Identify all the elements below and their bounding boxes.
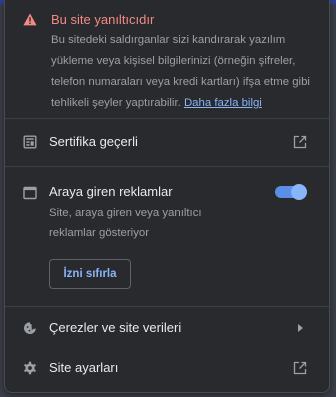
external-link-icon	[293, 361, 307, 375]
certificate-label: Sertifika geçerli	[49, 134, 138, 149]
intrusive-ads-title: Araya giren reklamlar	[49, 184, 173, 199]
certificate-icon	[23, 135, 37, 149]
warning-description: Bu sitedeki saldırganlar sizi kandırarak…	[51, 30, 327, 114]
warning-icon	[23, 13, 37, 26]
warning-title: Bu site yanıltıcıdır	[51, 12, 155, 27]
divider	[5, 306, 329, 307]
learn-more-link[interactable]: Daha fazla bilgi	[184, 97, 262, 109]
intrusive-ads-description: Site, araya giren veya yanıltıcı reklaml…	[49, 207, 202, 239]
browser-window-icon	[23, 186, 37, 200]
cookies-label: Çerezler ve site verileri	[49, 320, 182, 335]
cookies-row[interactable]: Çerezler ve site verileri	[5, 308, 329, 348]
site-settings-label: Site ayarları	[49, 360, 119, 375]
site-settings-row[interactable]: Site ayarları	[5, 348, 329, 388]
intrusive-ads-toggle[interactable]	[275, 184, 307, 200]
certificate-row[interactable]: Sertifika geçerli	[5, 122, 329, 162]
toggle-knob	[291, 184, 307, 200]
cookie-icon	[24, 322, 36, 334]
chevron-right-icon	[298, 324, 303, 332]
divider	[5, 118, 329, 119]
divider	[5, 166, 329, 167]
external-link-icon	[293, 135, 307, 149]
intrusive-ads-section: Araya giren reklamlar Site, araya giren …	[5, 177, 329, 302]
site-info-popup: Bu site yanıltıcıdır Bu sitedeki saldırg…	[4, 0, 330, 393]
gear-icon	[24, 361, 36, 375]
reset-permission-button[interactable]: İzni sıfırla	[49, 259, 131, 289]
warning-body-text: Bu sitedeki saldırganlar sizi kandırarak…	[51, 34, 310, 109]
